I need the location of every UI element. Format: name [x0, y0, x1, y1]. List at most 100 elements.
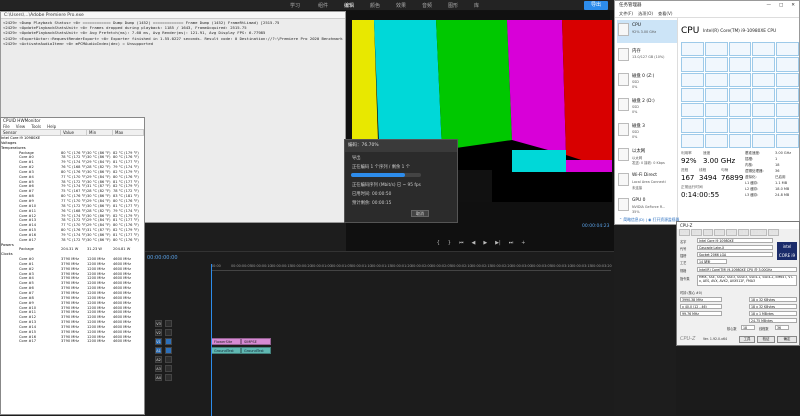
- time-ruler[interactable]: 00:00 00:00:00:05 00:00:00:10 00:00:00:15 00…: [211, 264, 612, 271]
- transport-button[interactable]: ▶|: [495, 240, 501, 246]
- transport-button[interactable]: ▶: [483, 240, 487, 246]
- audio-clip[interactable]: GroundTest: [241, 347, 271, 354]
- col-sensor[interactable]: Sensor: [1, 130, 61, 135]
- perf-item-sub: SSD: [632, 130, 639, 134]
- export-remaining: 预计剩余: 00:00:15: [352, 201, 392, 206]
- track-target-a2[interactable]: [165, 356, 172, 363]
- track-target-v3[interactable]: [165, 320, 172, 327]
- core-graph: [681, 72, 704, 87]
- l3-field: 24.75 MBytes: [749, 318, 797, 323]
- menu-file[interactable]: 文件(F): [619, 10, 633, 17]
- transport-button[interactable]: }: [448, 240, 451, 246]
- perf-item-sub: 13.0/127 GB (10%): [632, 55, 665, 59]
- transport-button[interactable]: ⏮: [459, 240, 464, 246]
- threads-field: 36: [775, 325, 789, 330]
- console-title: C:\Users\...\Adobe Premiere Pro.exe: [1, 12, 345, 19]
- tab-assembly[interactable]: 组件: [318, 2, 328, 9]
- menu-view[interactable]: 查看(V): [658, 10, 673, 17]
- tab-color[interactable]: 颜色: [370, 2, 380, 9]
- tab-graphics[interactable]: 图形: [448, 2, 458, 9]
- col-value[interactable]: Value: [61, 130, 87, 135]
- ok-button[interactable]: 确定: [777, 336, 797, 343]
- detail-value: 24.8 MB: [775, 193, 790, 197]
- perf-item[interactable]: 磁盘 2 (D:) SSD 0%: [617, 95, 677, 118]
- tab-edit[interactable]: 编辑: [344, 2, 354, 9]
- uptime-value: 0:14:00:55: [681, 191, 720, 199]
- core-graph: [752, 133, 776, 148]
- perf-item-sub2: 35%: [632, 210, 640, 214]
- sensor-row[interactable]: Core #17 3790 MHz 1200 MHz 4600 MHz: [1, 339, 144, 344]
- cpuz-tab[interactable]: 关于: [768, 229, 780, 236]
- ruler-tick: 00:00:00:05: [231, 264, 252, 268]
- menu-tools[interactable]: Tools: [31, 124, 41, 129]
- cpuz-tab[interactable]: 内存: [714, 229, 726, 236]
- validate-button[interactable]: 验证: [757, 336, 775, 343]
- playhead[interactable]: [211, 264, 212, 416]
- col-max[interactable]: Max: [113, 130, 144, 135]
- track-label-a3[interactable]: A3: [155, 365, 162, 372]
- track-label-a2[interactable]: A2: [155, 356, 162, 363]
- menu-options[interactable]: 选项(O): [638, 10, 653, 17]
- col-min[interactable]: Min: [87, 130, 113, 135]
- core-graph: [752, 72, 776, 87]
- transport-button[interactable]: ◀: [471, 240, 475, 246]
- transport-button[interactable]: +: [521, 240, 525, 246]
- transport-button[interactable]: ⏭: [509, 240, 514, 246]
- cpuz-tab[interactable]: CPU: [679, 229, 690, 236]
- perf-item[interactable]: 磁盘 3 SSD 0%: [617, 120, 677, 143]
- core-graph: [752, 87, 776, 103]
- timeline-timecode[interactable]: 00:00:00:00: [147, 255, 178, 261]
- track-row: V3: [155, 320, 605, 329]
- cancel-button[interactable]: 取消: [411, 210, 429, 217]
- perf-item[interactable]: Wi-Fi Direct Local Area Connecti 未连接: [617, 170, 677, 193]
- audio-clip[interactable]: GroundTest: [211, 347, 241, 354]
- cpuz-tab[interactable]: 测试分数: [749, 229, 768, 236]
- track-label-v3[interactable]: V3: [155, 320, 162, 327]
- perf-thumbnail: [618, 23, 629, 36]
- core-graph: [704, 57, 728, 72]
- tools-button[interactable]: 工具: [739, 336, 755, 343]
- perf-item[interactable]: 以太网 以太网 发送: 0 接收: 0 Kbps: [617, 145, 677, 168]
- menu-file[interactable]: File: [3, 124, 10, 129]
- tab-libraries[interactable]: 库: [474, 2, 479, 9]
- cpu-name-field: Intel Core i9 10980XE: [697, 238, 773, 243]
- track-label-v1[interactable]: V1: [155, 338, 162, 345]
- ruler-tick: 00:00:02:00: [411, 264, 432, 268]
- transport-button[interactable]: {: [437, 240, 440, 246]
- detail-value: 36: [775, 169, 780, 173]
- perf-item[interactable]: CPU 92% 3.00 GHz: [617, 20, 677, 43]
- track-target-a4[interactable]: [165, 374, 172, 381]
- close-icon[interactable]: ✕: [791, 1, 795, 10]
- export-progress-fill: [351, 173, 405, 177]
- share-button[interactable]: 导出: [584, 1, 608, 10]
- maximize-icon[interactable]: □: [779, 1, 783, 10]
- track-label-a4[interactable]: A4: [155, 374, 162, 381]
- cpuz-tab[interactable]: 显卡: [738, 229, 749, 236]
- track-target-v1[interactable]: [165, 338, 172, 345]
- video-clip[interactable]: SIMPSE: [241, 338, 271, 345]
- cpuz-tab[interactable]: 缓存: [690, 229, 702, 236]
- sensor-table: Intel Core i9 10980XE Voltages Temperatu…: [1, 136, 144, 344]
- track-label-v2[interactable]: V2: [155, 329, 162, 336]
- track-label-a1[interactable]: A1: [155, 347, 162, 354]
- ruler-tick: 00:00:00:20: [291, 264, 312, 268]
- perf-item[interactable]: 磁盘 0 (Z:) SSD 0%: [617, 70, 677, 93]
- detail-key: 虚拟化:: [745, 175, 757, 179]
- menu-view[interactable]: View: [16, 124, 26, 129]
- track-target-a1[interactable]: [165, 347, 172, 354]
- tab-effects[interactable]: 效果: [396, 2, 406, 9]
- track-target-v2[interactable]: [165, 329, 172, 336]
- video-clip[interactable]: FlowerSite: [211, 338, 241, 345]
- l1i-field: 18 x 32 KBytes: [749, 304, 797, 309]
- menu-help[interactable]: Help: [47, 124, 56, 129]
- track-target-a3[interactable]: [165, 365, 172, 372]
- cpuz-tab[interactable]: 主板: [702, 229, 714, 236]
- detail-value: 3.00 GHz: [775, 151, 792, 155]
- cores-field: 18: [741, 325, 755, 330]
- minimize-icon[interactable]: —: [766, 1, 771, 10]
- perf-item[interactable]: 内存 13.0/127 GB (10%): [617, 45, 677, 68]
- tab-audio[interactable]: 音频: [422, 2, 432, 9]
- detail-value: 18.0 MB: [775, 187, 790, 191]
- cpuz-tab[interactable]: SPD: [726, 229, 738, 236]
- tab-learn[interactable]: 学习: [290, 2, 300, 9]
